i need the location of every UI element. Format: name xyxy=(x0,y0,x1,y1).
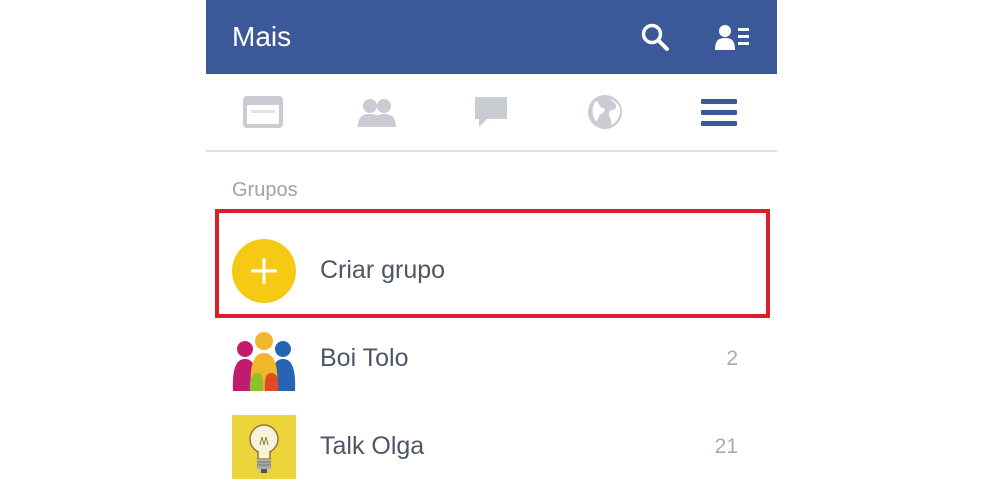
tab-bar xyxy=(206,74,777,150)
create-group-label: Criar grupo xyxy=(320,256,446,284)
group-unread-count: 2 xyxy=(726,347,738,370)
friend-requests-button[interactable] xyxy=(712,17,752,57)
app-screen: Mais Grupos Criar grupo Boi Tolo 2 Talk … xyxy=(206,0,777,496)
lightbulb-icon xyxy=(232,415,296,479)
people-silhouettes-icon xyxy=(232,327,296,391)
group-unread-count: 21 xyxy=(714,435,738,458)
tab-messages[interactable] xyxy=(467,92,515,132)
group-name: Talk Olga xyxy=(320,432,425,460)
tab-more[interactable] xyxy=(695,92,743,132)
groups-section-header: Grupos xyxy=(232,179,298,201)
create-group-icon xyxy=(232,239,296,303)
messages-icon xyxy=(475,97,507,127)
group-list-item[interactable]: Talk Olga 21 xyxy=(206,402,777,490)
group-list-item[interactable]: Boi Tolo 2 xyxy=(206,314,777,402)
tab-friends[interactable] xyxy=(353,92,401,132)
globe-icon xyxy=(588,95,622,129)
top-bar: Mais xyxy=(206,0,777,74)
search-icon xyxy=(641,23,669,51)
group-name: Boi Tolo xyxy=(320,344,409,372)
tab-bar-divider xyxy=(206,150,777,152)
page-title: Mais xyxy=(232,21,292,52)
tab-news-feed[interactable] xyxy=(239,92,287,132)
menu-icon xyxy=(701,99,737,126)
friends-icon xyxy=(358,99,396,127)
plus-icon xyxy=(251,258,277,284)
search-button[interactable] xyxy=(635,17,675,57)
news-feed-icon xyxy=(243,96,283,128)
create-group-row[interactable]: Criar grupo xyxy=(206,226,777,314)
tab-notifications[interactable] xyxy=(581,92,629,132)
friend-requests-icon xyxy=(715,25,749,50)
